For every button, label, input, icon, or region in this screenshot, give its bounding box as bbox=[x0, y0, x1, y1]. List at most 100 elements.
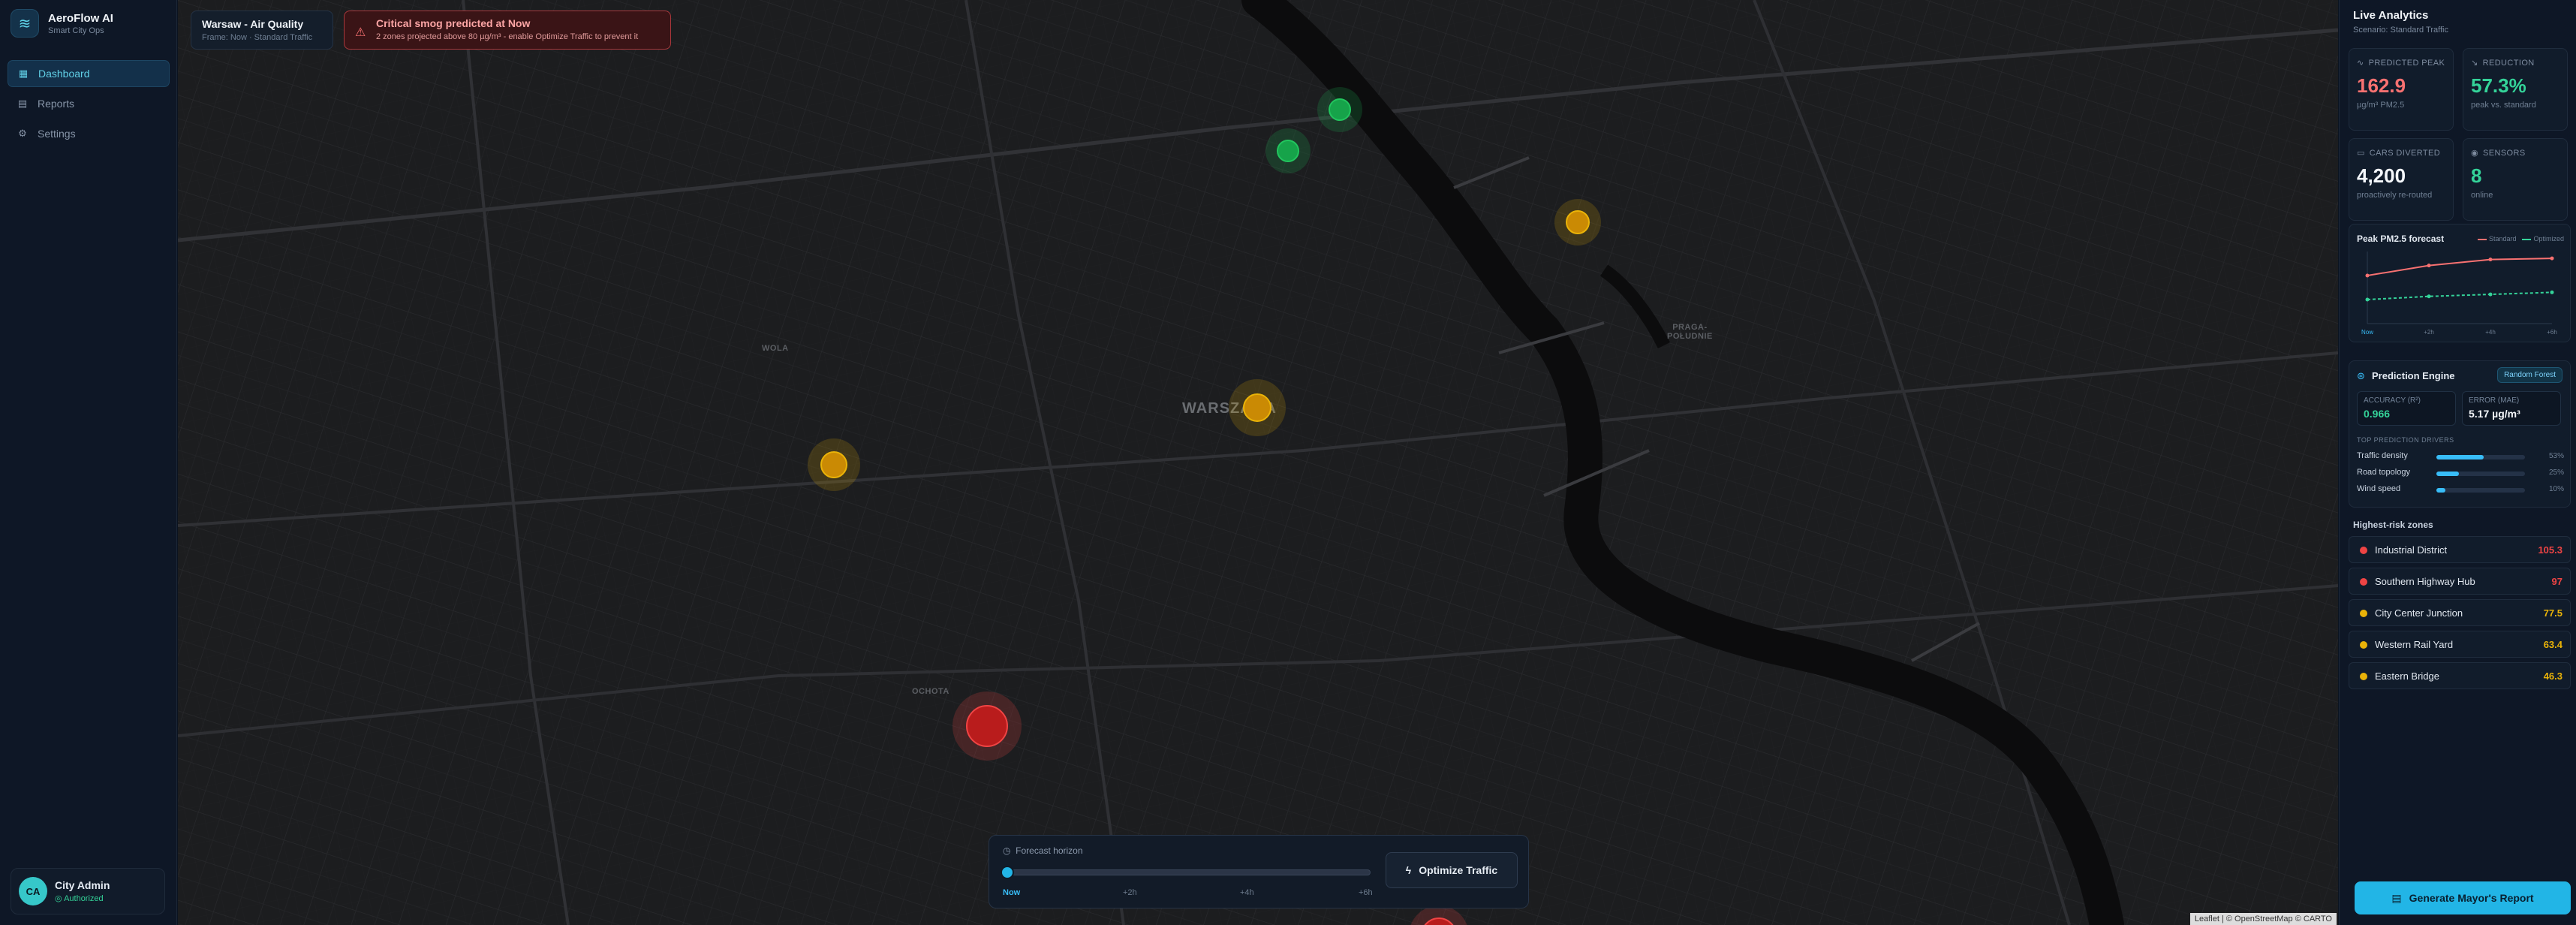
user-card[interactable]: CA City Admin ◎ Authorized bbox=[11, 868, 165, 914]
data-point bbox=[2427, 264, 2431, 268]
forecast-label: ◷ Forecast horizon bbox=[1003, 845, 1083, 856]
sidebar-item-settings[interactable]: ⚙ Settings bbox=[8, 120, 170, 147]
forecast-slider-thumb[interactable] bbox=[1001, 866, 1014, 879]
data-point bbox=[2488, 258, 2493, 262]
kpi-value: 8 bbox=[2471, 164, 2482, 187]
driver-row: Road topology 25% bbox=[2357, 468, 2564, 480]
forecast-slider-track[interactable] bbox=[1006, 869, 1371, 875]
zone-marker-red[interactable] bbox=[952, 691, 1022, 761]
optimize-traffic-button[interactable]: ϟ Optimize Traffic bbox=[1386, 852, 1518, 888]
kpi-note: µg/m³ PM2.5 bbox=[2357, 101, 2405, 110]
risk-zone-row[interactable]: Western Rail Yard 63.4 bbox=[2349, 631, 2571, 658]
radio-icon: ◉ bbox=[2471, 149, 2478, 158]
sidebar-item-label: Settings bbox=[38, 128, 76, 140]
data-point bbox=[2550, 290, 2554, 294]
kpi-predicted-peak: ∿ PREDICTED PEAK 162.9 µg/m³ PM2.5 bbox=[2349, 48, 2454, 131]
generate-report-label: Generate Mayor's Report bbox=[2409, 892, 2534, 904]
map-view[interactable]: WARSZAWA WOLA OCHOTA PRAGA- POŁUDNIE Lea… bbox=[178, 0, 2338, 925]
generate-report-button[interactable]: ▤ Generate Mayor's Report bbox=[2355, 881, 2571, 914]
zone-marker-green[interactable] bbox=[1265, 128, 1311, 173]
brand-name: AeroFlow AI bbox=[48, 11, 113, 25]
brand-subtitle: Smart City Ops bbox=[48, 26, 104, 35]
tick-label[interactable]: Now bbox=[1003, 888, 1020, 897]
brand: ≋ AeroFlow AI Smart City Ops bbox=[11, 9, 113, 38]
user-name: City Admin bbox=[55, 879, 110, 891]
metric-accuracy: ACCURACY (R²) 0.966 bbox=[2357, 391, 2456, 426]
map-label-ochota: OCHOTA bbox=[912, 687, 949, 696]
legend-optimized: Optimized bbox=[2522, 235, 2564, 243]
zone-marker-amber[interactable] bbox=[808, 438, 860, 491]
tick-label[interactable]: +2h bbox=[1123, 888, 1137, 897]
lightning-icon: ϟ bbox=[1405, 864, 1412, 876]
driver-pct: 25% bbox=[2548, 469, 2564, 477]
forecast-panel: ◷ Forecast horizon Now +2h +4h +6h ϟ Opt… bbox=[989, 835, 1529, 908]
kpi-note: online bbox=[2471, 191, 2493, 200]
alert-title: Critical smog predicted at Now bbox=[376, 17, 531, 29]
series-line-standard bbox=[2367, 258, 2553, 276]
kpi-sensors: ◉ SENSORS 8 online bbox=[2463, 138, 2568, 221]
car-icon: ▭ bbox=[2357, 149, 2365, 158]
app-root: ≋ AeroFlow AI Smart City Ops ▦ Dashboard… bbox=[0, 0, 2576, 925]
gear-icon: ⚙ bbox=[18, 128, 27, 139]
driver-pct: 53% bbox=[2548, 452, 2564, 460]
zone-marker-amber[interactable] bbox=[1554, 199, 1601, 246]
risk-level-dot bbox=[2360, 610, 2367, 617]
risk-zone-row[interactable]: City Center Junction 77.5 bbox=[2349, 599, 2571, 626]
chart-legend: Standard Optimized bbox=[2477, 235, 2564, 243]
risk-zone-value: 77.5 bbox=[2543, 607, 2562, 619]
kpi-label: REDUCTION bbox=[2482, 59, 2535, 68]
sidebar-item-label: Dashboard bbox=[38, 68, 90, 80]
document-icon: ▤ bbox=[17, 98, 28, 109]
drivers-header: TOP PREDICTION DRIVERS bbox=[2357, 436, 2454, 444]
driver-row: Wind speed 10% bbox=[2357, 484, 2564, 496]
data-point bbox=[2365, 297, 2370, 302]
risk-header: Highest-risk zones bbox=[2353, 520, 2433, 530]
map-frame: Frame: Now · Standard Traffic bbox=[202, 33, 313, 42]
sidebar: ≋ AeroFlow AI Smart City Ops ▦ Dashboard… bbox=[0, 0, 177, 925]
driver-bar-fill bbox=[2436, 488, 2445, 493]
wind-icon: ≋ bbox=[11, 9, 39, 38]
legend-label: Optimized bbox=[2533, 235, 2564, 243]
map-attribution[interactable]: Leaflet | © OpenStreetMap © CARTO bbox=[2189, 913, 2337, 925]
risk-zone-name: Southern Highway Hub bbox=[2375, 576, 2475, 587]
warning-icon: ⚠ bbox=[355, 26, 366, 39]
zone-marker-amber[interactable] bbox=[1229, 379, 1286, 436]
risk-level-dot bbox=[2360, 578, 2367, 586]
activity-icon: ∿ bbox=[2357, 59, 2364, 68]
metric-label: ACCURACY (R²) bbox=[2364, 396, 2421, 405]
driver-name: Traffic density bbox=[2357, 451, 2408, 460]
user-status: ◎ Authorized bbox=[55, 893, 110, 903]
optimize-traffic-label: Optimize Traffic bbox=[1419, 864, 1498, 876]
dashboard-icon: ▦ bbox=[18, 68, 29, 79]
driver-bar-fill bbox=[2436, 472, 2459, 476]
metric-value: 0.966 bbox=[2364, 408, 2391, 420]
risk-zone-row[interactable]: Southern Highway Hub 97 bbox=[2349, 568, 2571, 595]
kpi-value: 162.9 bbox=[2357, 74, 2406, 97]
risk-zone-name: Eastern Bridge bbox=[2375, 670, 2439, 682]
prediction-engine-card: ⊛ Prediction Engine Random Forest ACCURA… bbox=[2349, 360, 2571, 508]
sidebar-item-reports[interactable]: ▤ Reports bbox=[8, 90, 170, 117]
x-tick-label: +2h bbox=[2424, 329, 2434, 336]
risk-zone-value: 46.3 bbox=[2543, 670, 2562, 682]
tick-label[interactable]: +6h bbox=[1359, 888, 1373, 897]
risk-zone-row[interactable]: Industrial District 105.3 bbox=[2349, 536, 2571, 563]
avatar: CA bbox=[19, 877, 47, 905]
driver-pct: 10% bbox=[2548, 485, 2564, 493]
risk-level-dot bbox=[2360, 641, 2367, 649]
legend-standard: Standard bbox=[2477, 235, 2516, 243]
trend-down-icon: ↘ bbox=[2471, 59, 2478, 68]
driver-bar bbox=[2436, 455, 2525, 459]
kpi-cars-diverted: ▭ CARS DIVERTED 4,200 proactively re-rout… bbox=[2349, 138, 2454, 221]
driver-name: Road topology bbox=[2357, 468, 2410, 477]
zone-marker-green[interactable] bbox=[1317, 87, 1362, 132]
risk-zone-row[interactable]: Eastern Bridge 46.3 bbox=[2349, 662, 2571, 689]
risk-zone-value: 105.3 bbox=[2538, 544, 2562, 556]
forecast-chart: Peak PM2.5 forecast Standard Optimized N… bbox=[2349, 224, 2571, 342]
alert-text: 2 zones projected above 80 µg/m³ - enabl… bbox=[376, 32, 639, 41]
sidebar-item-dashboard[interactable]: ▦ Dashboard bbox=[8, 60, 170, 87]
map-label-wola: WOLA bbox=[762, 344, 789, 353]
tick-label[interactable]: +4h bbox=[1240, 888, 1254, 897]
kpi-label: CARS DIVERTED bbox=[2369, 149, 2441, 158]
driver-bar-fill bbox=[2436, 455, 2484, 459]
driver-bar bbox=[2436, 488, 2525, 493]
